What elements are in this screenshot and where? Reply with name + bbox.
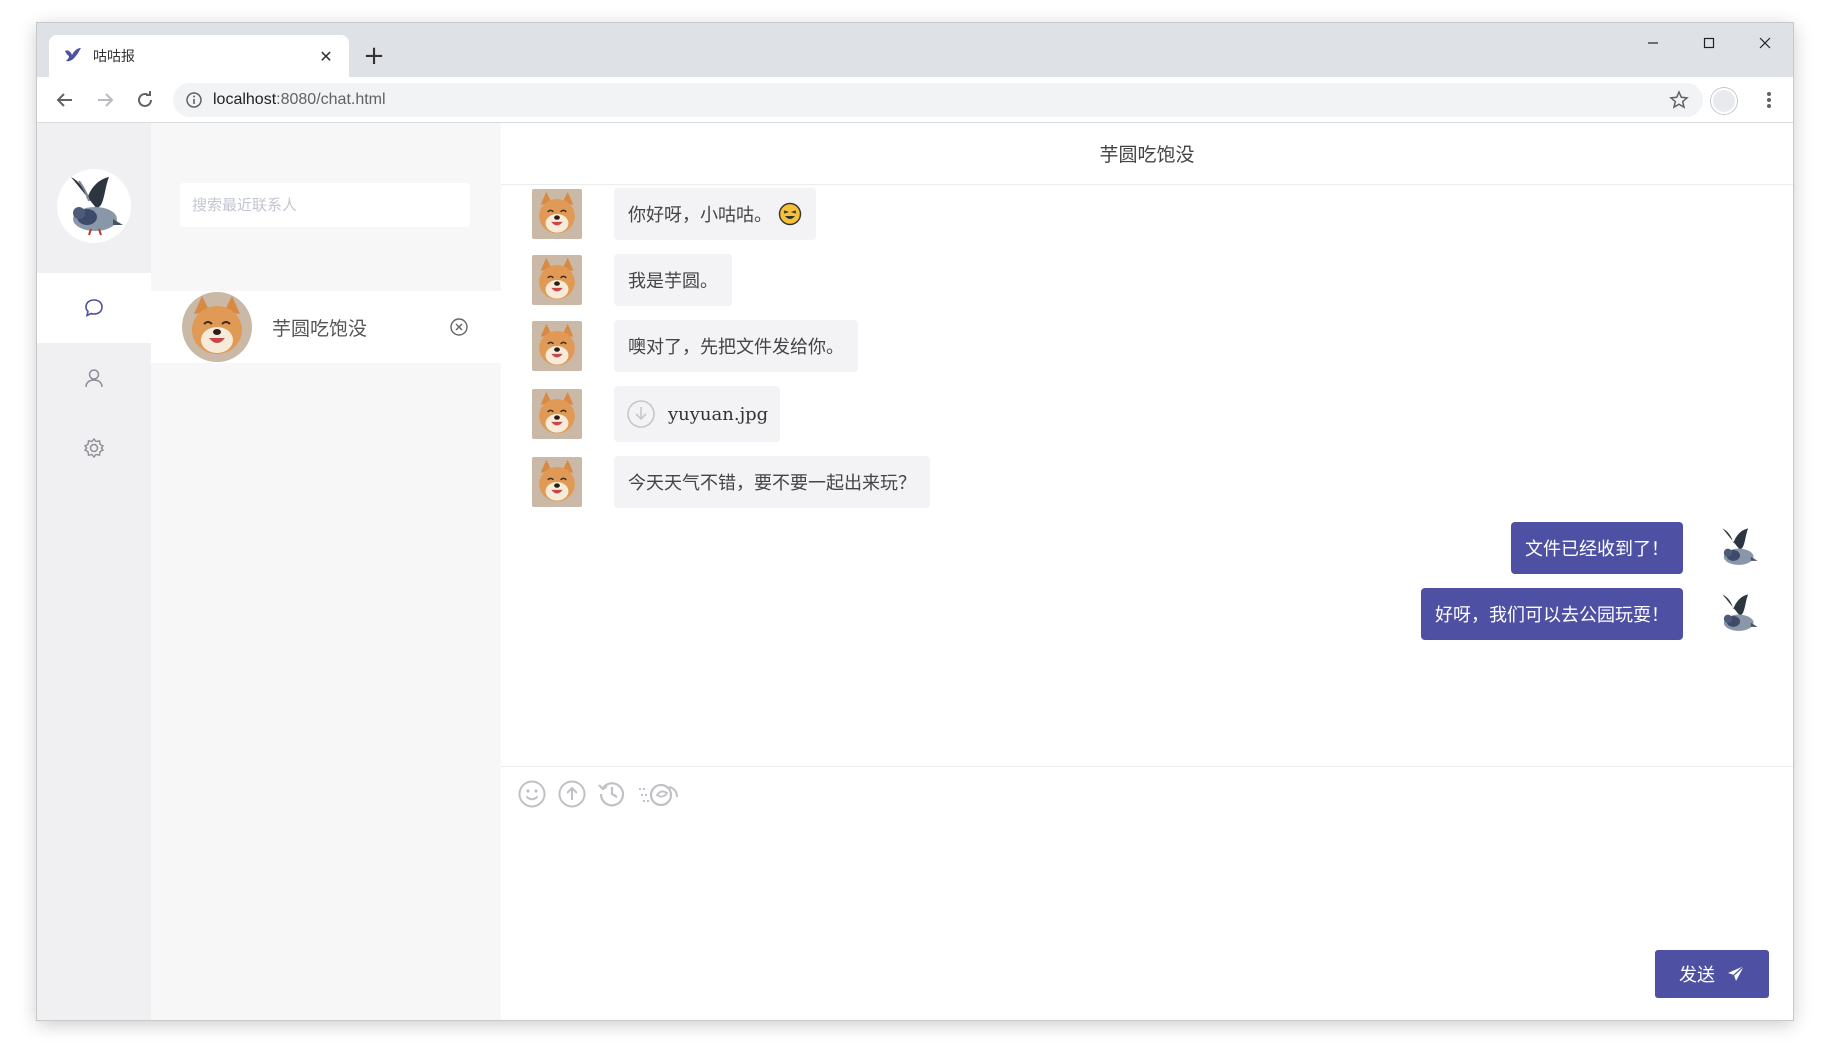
tab-title: 咕咕报 <box>93 49 135 65</box>
screenshot-icon <box>639 783 678 807</box>
message-text: 文件已经收到了！ <box>1525 539 1669 560</box>
pigeon-logo-icon <box>71 177 123 236</box>
tab-close-icon[interactable]: ✕ <box>313 43 339 69</box>
composer-toolbar <box>517 779 691 809</box>
message-received-file: yuyuan.jpg <box>532 386 781 442</box>
my-message-avatar <box>1713 523 1763 573</box>
minimize-icon <box>1648 42 1658 44</box>
close-icon <box>1759 37 1771 49</box>
message-bubble[interactable]: 好呀，我们可以去公园玩耍！ <box>1421 588 1683 640</box>
history-icon <box>598 782 625 807</box>
nav-rail <box>37 123 151 1020</box>
new-tab-button[interactable]: + <box>359 41 389 71</box>
laughing-emoji-icon <box>778 202 802 226</box>
bookmark-star-icon[interactable] <box>1669 90 1689 110</box>
arrow-right-icon <box>98 93 114 107</box>
message-text: 今天天气不错，要不要一起出来玩？ <box>628 473 916 494</box>
browser-window: 咕咕报 ✕ + localhost:8080/chat.html 搜索最近联系人… <box>37 23 1793 1020</box>
emoji-icon <box>518 780 546 808</box>
message-bubble[interactable]: 文件已经收到了！ <box>1511 522 1683 574</box>
message-bubble[interactable]: 你好呀，小咕咕。 <box>614 188 816 240</box>
address-bar[interactable]: localhost:8080/chat.html <box>173 83 1703 117</box>
my-message-avatar <box>1713 589 1763 639</box>
title-bar: 咕咕报 ✕ + <box>37 23 1793 77</box>
profile-avatar[interactable] <box>1711 88 1737 114</box>
forward-button[interactable] <box>89 84 121 116</box>
message-sent: 好呀，我们可以去公园玩耍！ <box>1421 588 1763 640</box>
message-text: 你好呀，小咕咕。 <box>628 205 772 226</box>
chat-app: 芋圆吃饱没 芋圆吃饱没 你好呀，小咕咕。 <box>37 123 1793 1020</box>
close-window-button[interactable] <box>1737 23 1793 63</box>
url-path: :8080/chat.html <box>276 91 386 108</box>
maximize-button[interactable] <box>1681 23 1737 63</box>
chat-title: 芋圆吃饱没 <box>501 123 1793 185</box>
message-bubble[interactable]: 噢对了，先把文件发给你。 <box>614 320 858 372</box>
message-input[interactable] <box>517 827 1773 937</box>
sender-avatar <box>532 255 582 305</box>
back-button[interactable] <box>49 84 81 116</box>
file-attachment[interactable]: yuyuan.jpg <box>614 386 781 442</box>
settings-gear-icon <box>83 437 105 459</box>
contact-panel: 芋圆吃饱没 <box>151 123 501 1020</box>
sender-avatar <box>532 321 582 371</box>
contact-avatar <box>182 292 252 362</box>
shiba-avatar-icon <box>182 292 252 362</box>
chat-area: 芋圆吃饱没 你好呀，小咕咕。 我是芋圆。 噢对了，先把文件发给你。 yuyuan… <box>501 123 1793 1020</box>
paper-plane-icon <box>1728 965 1745 981</box>
file-name: yuyuan.jpg <box>668 403 769 425</box>
contact-name: 芋圆吃饱没 <box>272 317 368 340</box>
sender-avatar <box>532 189 582 239</box>
emoji-button[interactable] <box>517 779 547 809</box>
message-text: 噢对了，先把文件发给你。 <box>628 337 844 358</box>
rail-contacts-item[interactable] <box>37 343 151 413</box>
contact-search-input[interactable] <box>180 183 470 227</box>
browser-toolbar: localhost:8080/chat.html <box>37 77 1793 123</box>
screenshot-button[interactable] <box>637 779 681 809</box>
message-bubble[interactable]: 今天天气不错，要不要一起出来玩？ <box>614 456 930 508</box>
message-received: 我是芋圆。 <box>532 254 732 306</box>
my-avatar[interactable] <box>57 169 131 243</box>
message-text: 我是芋圆。 <box>628 271 718 292</box>
message-received: 今天天气不错，要不要一起出来玩？ <box>532 456 930 508</box>
browser-tab[interactable]: 咕咕报 ✕ <box>49 35 349 77</box>
pigeon-icon <box>65 48 81 62</box>
message-received: 你好呀，小咕咕。 <box>532 188 816 240</box>
contact-item[interactable]: 芋圆吃饱没 <box>151 291 501 363</box>
rail-settings-item[interactable] <box>37 413 151 483</box>
browser-menu-button[interactable] <box>1759 89 1779 111</box>
reload-button[interactable] <box>129 84 161 116</box>
arrow-left-icon <box>56 93 72 107</box>
message-composer: 发送 <box>501 766 1793 1020</box>
minimize-button[interactable] <box>1625 23 1681 63</box>
send-button[interactable]: 发送 <box>1655 950 1769 998</box>
url-text: localhost:8080/chat.html <box>213 91 386 109</box>
maximize-icon <box>1703 37 1715 49</box>
message-bubble[interactable]: 我是芋圆。 <box>614 254 732 306</box>
upload-file-button[interactable] <box>557 779 587 809</box>
download-icon[interactable] <box>626 399 656 429</box>
message-received: 噢对了，先把文件发给你。 <box>532 320 858 372</box>
info-icon[interactable] <box>185 91 203 109</box>
message-sent: 文件已经收到了！ <box>1511 522 1763 574</box>
chat-bubble-icon <box>85 299 103 317</box>
window-controls <box>1625 23 1793 63</box>
sender-avatar <box>532 389 582 439</box>
url-host: localhost <box>213 91 277 108</box>
rail-chat-item[interactable] <box>37 273 151 343</box>
sender-avatar <box>532 457 582 507</box>
upload-icon <box>558 780 586 808</box>
message-text: 好呀，我们可以去公园玩耍！ <box>1435 605 1669 626</box>
remove-contact-icon[interactable] <box>448 316 470 338</box>
reload-icon <box>138 91 152 107</box>
user-icon <box>85 369 103 388</box>
history-button[interactable] <box>597 779 627 809</box>
send-label: 发送 <box>1679 965 1715 986</box>
